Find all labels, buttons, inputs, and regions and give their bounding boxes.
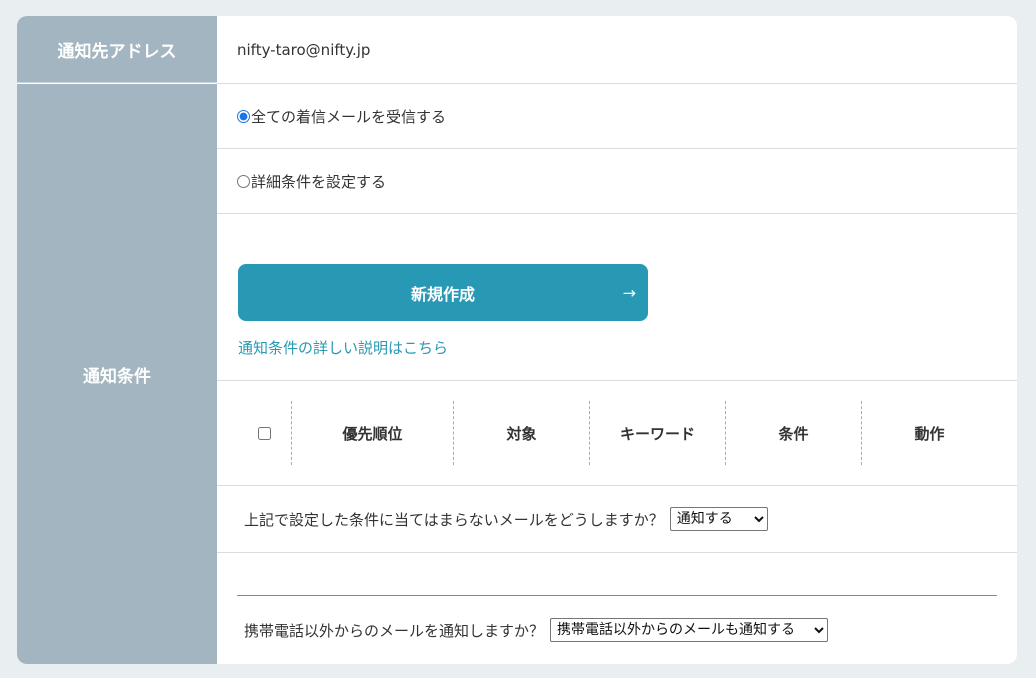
address-row: nifty-taro@nifty.jp (217, 16, 1017, 84)
arrow-right-icon: → (622, 283, 636, 302)
mobile-question: 携帯電話以外からのメールを通知しますか？ (244, 621, 545, 640)
detailed-conditions-option[interactable]: 詳細条件を設定する (217, 149, 1017, 214)
header-action: 動作 (861, 401, 997, 465)
notification-settings-card: 通知先アドレス 通知条件 nifty-taro@nifty.jp 全ての着信メー… (17, 16, 1017, 664)
detailed-conditions-radio[interactable] (237, 174, 250, 188)
mobile-row: 携帯電話以外からのメールを通知しますか？ 携帯電話以外からのメールも通知する (217, 553, 1017, 664)
mobile-divider (237, 595, 997, 596)
select-all-checkbox[interactable] (257, 426, 271, 440)
new-create-button[interactable]: 新規作成 → (238, 264, 648, 321)
address-value: nifty-taro@nifty.jp (237, 40, 371, 59)
header-keyword: キーワード (589, 401, 725, 465)
header-target: 対象 (453, 401, 589, 465)
conditions-label: 通知条件 (17, 84, 217, 664)
unmatched-action-select[interactable]: 通知する (669, 507, 768, 531)
receive-all-label: 全ての着信メールを受信する (251, 107, 447, 126)
unmatched-question: 上記で設定した条件に当てはまらないメールをどうしますか？ (244, 510, 664, 529)
unmatched-row: 上記で設定した条件に当てはまらないメールをどうしますか？ 通知する (217, 486, 1017, 553)
conditions-help-link[interactable]: 通知条件の詳しい説明はこちら (238, 337, 448, 358)
create-section: 新規作成 → 通知条件の詳しい説明はこちら (217, 214, 1017, 381)
new-create-label: 新規作成 (410, 284, 475, 304)
conditions-table-header: 優先順位 対象 キーワード 条件 動作 (217, 381, 1017, 486)
select-all-cell (237, 401, 291, 465)
header-condition: 条件 (725, 401, 861, 465)
mobile-question-group: 携帯電話以外からのメールを通知しますか？ 携帯電話以外からのメールも通知する (244, 618, 829, 642)
mobile-notify-select[interactable]: 携帯電話以外からのメールも通知する (550, 618, 829, 642)
address-label: 通知先アドレス (17, 16, 217, 83)
receive-all-option[interactable]: 全ての着信メールを受信する (217, 84, 1017, 149)
header-priority: 優先順位 (291, 401, 453, 465)
receive-all-radio[interactable] (237, 109, 250, 123)
detailed-conditions-label: 詳細条件を設定する (251, 172, 387, 191)
